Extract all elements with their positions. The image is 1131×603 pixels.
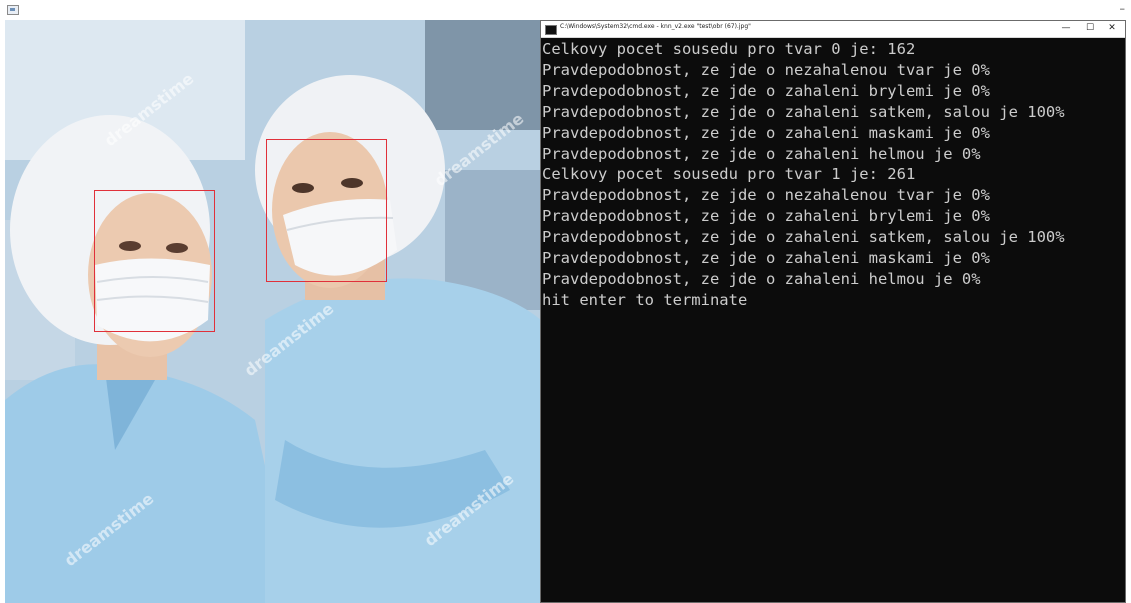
- image-window-titlebar: –: [0, 0, 1131, 20]
- console-line: hit enter to terminate: [542, 290, 748, 309]
- console-line: Pravdepodobnost, ze jde o nezahalenou tv…: [542, 60, 990, 79]
- console-icon: [545, 25, 557, 35]
- minimize-icon[interactable]: –: [1120, 2, 1126, 15]
- console-line: Celkovy pocet sousedu pro tvar 1 je: 261: [542, 165, 916, 184]
- console-line: Pravdepodobnost, ze jde o zahaleni satke…: [542, 228, 1065, 247]
- console-line: Pravdepodobnost, ze jde o zahaleni bryle…: [542, 81, 990, 100]
- console-line: Pravdepodobnost, ze jde o zahaleni bryle…: [542, 207, 990, 226]
- detection-photo: dreamstime dreamstime dreamstime dreamst…: [5, 20, 541, 603]
- close-icon[interactable]: ✕: [1101, 22, 1123, 35]
- face-detection-box-0: [94, 190, 215, 332]
- console-line: Pravdepodobnost, ze jde o zahaleni helmo…: [542, 144, 981, 163]
- minimize-icon[interactable]: —: [1055, 22, 1077, 35]
- console-line: Pravdepodobnost, ze jde o zahaleni maska…: [542, 249, 990, 268]
- image-app-icon: [7, 5, 19, 15]
- console-titlebar[interactable]: C:\Windows\System32\cmd.exe - knn_v2.exe…: [541, 21, 1125, 38]
- face-detection-box-1: [266, 139, 387, 282]
- console-line: Pravdepodobnost, ze jde o nezahalenou tv…: [542, 186, 990, 205]
- console-line: Pravdepodobnost, ze jde o zahaleni helmo…: [542, 269, 981, 288]
- console-scrollbar[interactable]: [1117, 38, 1125, 602]
- console-title: C:\Windows\System32\cmd.exe - knn_v2.exe…: [560, 23, 751, 30]
- console-line: Pravdepodobnost, ze jde o zahaleni maska…: [542, 123, 990, 142]
- console-line: Celkovy pocet sousedu pro tvar 0 je: 162: [542, 40, 916, 58]
- console-output[interactable]: Celkovy pocet sousedu pro tvar 0 je: 162…: [541, 38, 1125, 602]
- maximize-icon[interactable]: ☐: [1079, 22, 1101, 35]
- console-line: Pravdepodobnost, ze jde o zahaleni satke…: [542, 102, 1065, 121]
- console-window[interactable]: C:\Windows\System32\cmd.exe - knn_v2.exe…: [540, 20, 1126, 603]
